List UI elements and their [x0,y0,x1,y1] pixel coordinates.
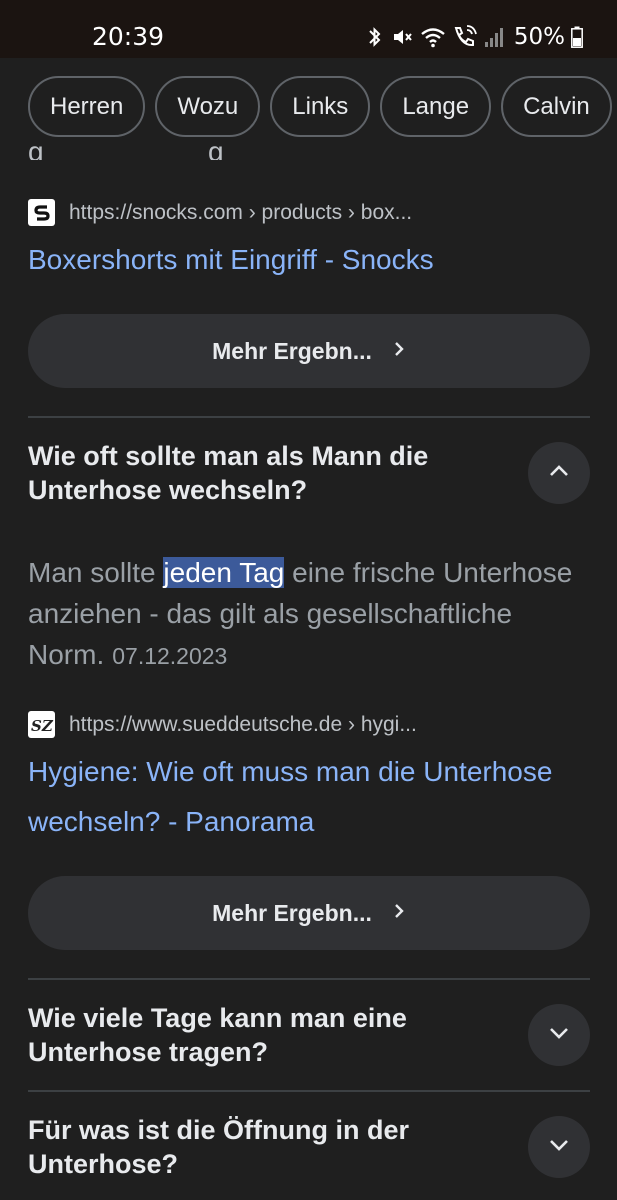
answer-snippet: Man sollte jeden Tag eine frische Unterh… [28,552,590,677]
svg-text:SZ: SZ [31,717,54,735]
result-source[interactable]: https://snocks.com › products › box... [28,199,412,226]
source-url: https://www.sueddeutsche.de › hygi... [69,712,417,736]
more-results-label: Mehr Ergebn... [212,337,372,364]
question-title[interactable]: Wie viele Tage kann man eine Unterhose t… [28,1001,498,1069]
status-icons: 50% [366,22,583,52]
divider [28,1090,590,1092]
result-link-title[interactable]: Boxershorts mit Eingriff - Snocks [28,235,588,285]
status-bar: 20:39 50% [0,0,617,58]
divider [28,416,590,418]
chevron-down-icon [548,1026,570,1045]
scrolled-text-fragment: gg [28,136,224,160]
status-time: 20:39 [92,22,165,51]
answer-link-title[interactable]: Hygiene: Wie oft muss man die Unterhose … [28,747,588,847]
chevron-right-icon [392,340,406,363]
more-results-label: Mehr Ergebn... [212,899,372,926]
divider [28,978,590,980]
vibrate-mute-icon [390,25,414,49]
battery-icon [571,26,583,48]
chevron-up-icon [548,464,570,483]
answer-source[interactable]: SZ https://www.sueddeutsche.de › hygi... [28,711,417,738]
expand-button[interactable] [528,1004,590,1066]
signal-icon [484,26,504,48]
chevron-right-icon [392,902,406,925]
bluetooth-icon [366,25,384,49]
answer-text-before: Man sollte [28,557,164,588]
answer-highlight: jeden Tag [163,557,285,588]
collapse-button[interactable] [528,442,590,504]
battery-percent: 50% [513,24,565,50]
answer-date: 07.12.2023 [112,643,228,669]
more-results-button[interactable]: Mehr Ergebn... [28,314,590,388]
question-title[interactable]: Wie oft sollte man als Mann die Unterhos… [28,439,498,507]
sz-logo-icon: SZ [28,711,55,738]
wifi-call-icon [452,25,478,49]
source-url: https://snocks.com › products › box... [69,200,413,224]
wifi-icon [420,26,446,48]
more-results-button[interactable]: Mehr Ergebn... [28,876,590,950]
snocks-logo-icon [28,199,55,226]
expand-button[interactable] [528,1116,590,1178]
question-title[interactable]: Für was ist die Öffnung in der Unterhose… [28,1113,498,1181]
chevron-down-icon [548,1138,570,1157]
